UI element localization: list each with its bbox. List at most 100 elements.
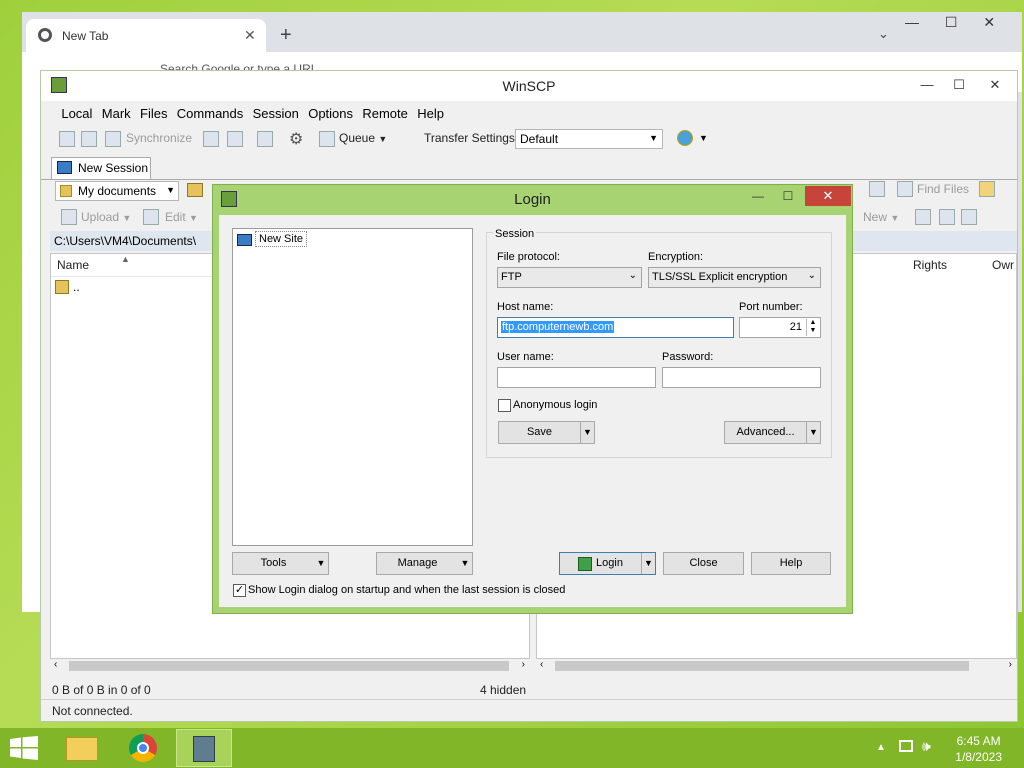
port-number-input[interactable]: 21 ▲ ▼ xyxy=(739,317,821,338)
taskbar-winscp[interactable] xyxy=(176,729,232,767)
help-button[interactable]: Help xyxy=(751,552,831,575)
scroll-left-icon[interactable]: ‹ xyxy=(54,659,57,670)
maximize-icon[interactable]: ☐ xyxy=(945,75,973,95)
taskbar-file-explorer[interactable] xyxy=(54,729,110,767)
start-button[interactable] xyxy=(10,736,38,760)
compare-dirs-icon[interactable] xyxy=(59,131,75,147)
tree-icon[interactable] xyxy=(979,181,995,197)
menu-options[interactable]: Options xyxy=(305,103,356,121)
menu-session[interactable]: Session xyxy=(250,103,302,121)
globe-icon[interactable] xyxy=(677,130,693,146)
column-name[interactable]: Name xyxy=(57,258,89,272)
find-icon[interactable] xyxy=(257,131,273,147)
show-on-startup-label: Show Login dialog on startup and when th… xyxy=(248,584,566,596)
preferences-gear-icon[interactable]: ⚙ xyxy=(289,129,303,149)
menu-mark[interactable]: Mark xyxy=(99,103,134,121)
putty-icon[interactable] xyxy=(227,131,243,147)
remote-path-bar[interactable] xyxy=(851,231,1017,251)
chevron-down-icon[interactable]: ▼ xyxy=(806,422,820,443)
anonymous-login-checkbox[interactable] xyxy=(498,399,511,412)
remote-new-button[interactable]: New ▼ xyxy=(863,210,899,224)
manage-label: Manage xyxy=(397,557,438,569)
host-name-input[interactable]: ftp.computernewb.com xyxy=(497,317,734,338)
synchronize-icon[interactable] xyxy=(105,131,121,147)
minimize-icon[interactable]: — xyxy=(744,186,772,206)
menu-local[interactable]: Local xyxy=(58,103,95,121)
select-icon[interactable] xyxy=(915,209,931,225)
chevron-down-icon: ▼ xyxy=(166,185,175,195)
scroll-thumb[interactable] xyxy=(555,661,969,671)
chevron-down-icon[interactable]: ▼ xyxy=(580,422,594,443)
tools-button[interactable]: Tools ▼ xyxy=(232,552,329,575)
scroll-thumb[interactable] xyxy=(69,661,509,671)
login-button[interactable]: Login ▼ xyxy=(559,552,656,575)
menu-remote[interactable]: Remote xyxy=(359,103,411,121)
site-tree[interactable]: New Site xyxy=(232,228,473,546)
tab-close-icon[interactable]: ✕ xyxy=(244,27,256,44)
close-icon[interactable]: ✕ xyxy=(975,75,1015,95)
session-tab-new-session[interactable]: New Session xyxy=(51,157,151,179)
taskbar-chrome[interactable] xyxy=(116,729,172,767)
show-on-startup-checkbox[interactable]: ✓ xyxy=(233,584,246,597)
queue-button[interactable]: Queue ▼ xyxy=(339,131,387,145)
scroll-right-icon[interactable]: › xyxy=(522,659,525,670)
edit-button[interactable]: Edit ▼ xyxy=(165,210,198,224)
find-files-icon[interactable] xyxy=(897,181,913,197)
minimize-icon[interactable]: — xyxy=(905,14,919,30)
edit-label: Edit xyxy=(165,210,186,224)
new-tab-icon[interactable]: + xyxy=(280,24,292,47)
column-rights[interactable]: Rights xyxy=(913,258,947,272)
maximize-icon[interactable]: ☐ xyxy=(774,186,802,206)
scroll-right-icon[interactable]: › xyxy=(1009,659,1012,670)
filter-icon[interactable] xyxy=(961,209,977,225)
file-protocol-select[interactable]: FTP ⌄ xyxy=(497,267,642,288)
chrome-icon-center xyxy=(137,742,149,754)
remote-horizontal-scrollbar[interactable]: ‹ › xyxy=(537,659,1016,673)
synchronize-button[interactable]: Synchronize xyxy=(126,131,192,145)
menu-help[interactable]: Help xyxy=(414,103,447,121)
chevron-down-icon[interactable]: ▼ xyxy=(699,133,708,143)
column-owner[interactable]: Owr xyxy=(992,258,1014,272)
encryption-select[interactable]: TLS/SSL Explicit encryption ⌄ xyxy=(648,267,821,288)
browser-window-controls[interactable]: — ☐ ✕ xyxy=(905,14,995,31)
site-new-site[interactable]: New Site xyxy=(255,231,308,247)
chevron-down-icon[interactable]: ▼ xyxy=(641,553,655,574)
tray-chevron-up-icon[interactable]: ▲ xyxy=(876,742,886,753)
close-button[interactable]: Close xyxy=(663,552,744,575)
local-horizontal-scrollbar[interactable]: ‹ › xyxy=(51,659,529,673)
menu-bar: Local Mark Files Commands Session Option… xyxy=(41,103,1017,125)
queue-icon[interactable] xyxy=(319,131,335,147)
chevron-down-icon: ⌄ xyxy=(807,270,816,281)
save-button[interactable]: Save ▼ xyxy=(498,421,595,444)
minimize-icon[interactable]: — xyxy=(913,75,941,95)
parent-directory-row[interactable]: .. xyxy=(73,280,80,294)
close-icon[interactable]: ✕ xyxy=(983,14,995,30)
keep-up-to-date-icon[interactable] xyxy=(81,131,97,147)
advanced-button[interactable]: Advanced... ▼ xyxy=(724,421,821,444)
remote-refresh-icon[interactable] xyxy=(869,181,885,197)
console-icon[interactable] xyxy=(203,131,219,147)
open-folder-icon[interactable] xyxy=(187,183,203,197)
user-name-input[interactable] xyxy=(497,367,656,388)
unselect-icon[interactable] xyxy=(939,209,955,225)
sort-up-icon: ▲ xyxy=(121,254,130,264)
volume-icon[interactable]: 🕪 xyxy=(922,738,931,755)
host-name-label: Host name: xyxy=(497,301,554,313)
maximize-icon[interactable]: ☐ xyxy=(945,14,958,30)
manage-button[interactable]: Manage ▼ xyxy=(376,552,473,575)
port-spinner[interactable]: ▲ ▼ xyxy=(806,319,819,336)
close-icon[interactable]: ✕ xyxy=(805,186,851,206)
edit-icon[interactable] xyxy=(143,209,159,225)
tab-search-icon[interactable]: ⌄ xyxy=(878,26,889,42)
upload-icon[interactable] xyxy=(61,209,77,225)
menu-files[interactable]: Files xyxy=(137,103,170,121)
scroll-left-icon[interactable]: ‹ xyxy=(540,659,543,670)
transfer-settings-dropdown[interactable]: Default ▼ xyxy=(515,129,663,149)
tray-clock[interactable]: 6:45 AM 1/8/2023 xyxy=(955,733,1002,765)
network-icon[interactable] xyxy=(899,740,913,752)
find-files-button[interactable]: Find Files xyxy=(917,182,969,196)
password-input[interactable] xyxy=(662,367,821,388)
upload-button[interactable]: Upload ▼ xyxy=(81,210,131,224)
menu-commands[interactable]: Commands xyxy=(174,103,246,121)
local-location-dropdown[interactable]: My documents ▼ xyxy=(55,181,179,201)
